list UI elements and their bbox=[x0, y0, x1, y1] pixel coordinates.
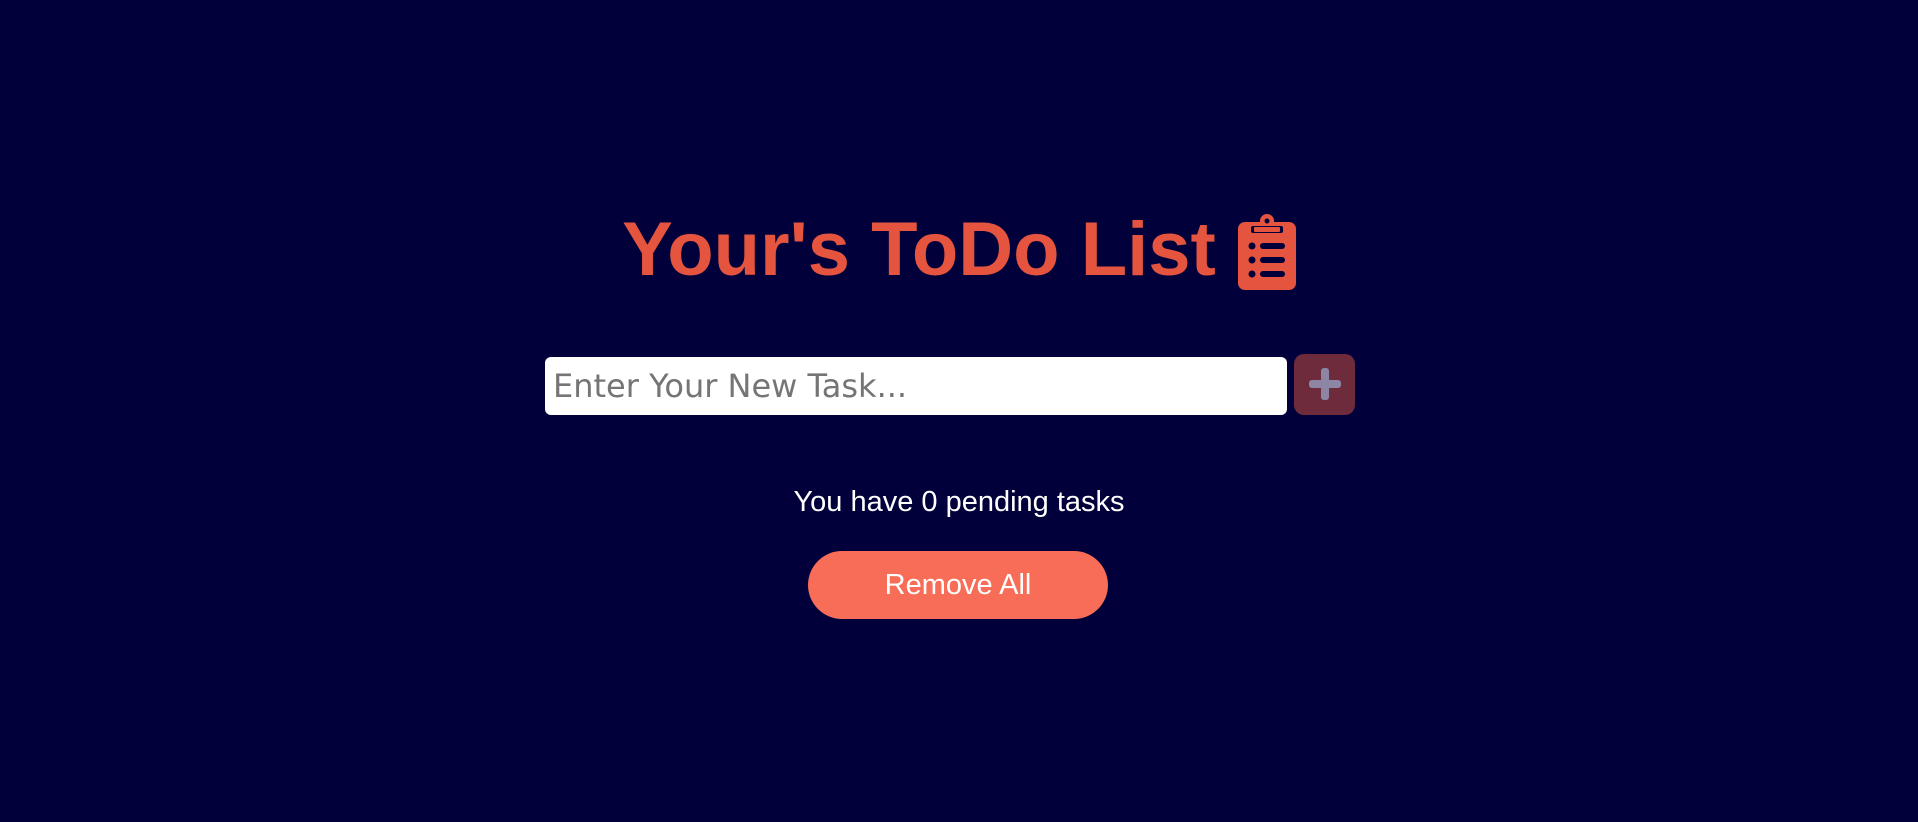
clipboard-list-icon bbox=[1237, 214, 1296, 290]
plus-icon bbox=[1308, 368, 1341, 400]
task-form bbox=[545, 353, 1355, 415]
add-task-button[interactable] bbox=[1294, 353, 1355, 415]
todo-app: Your's ToDo List Enter Your New Task... … bbox=[0, 0, 1918, 822]
page-title: Your's ToDo List bbox=[622, 207, 1216, 292]
remove-all-button[interactable]: Remove All bbox=[808, 551, 1108, 619]
new-task-input[interactable] bbox=[545, 357, 1287, 415]
pending-tasks-count: You have 0 pending tasks bbox=[793, 486, 1125, 518]
header: Your's ToDo List bbox=[0, 210, 1918, 290]
